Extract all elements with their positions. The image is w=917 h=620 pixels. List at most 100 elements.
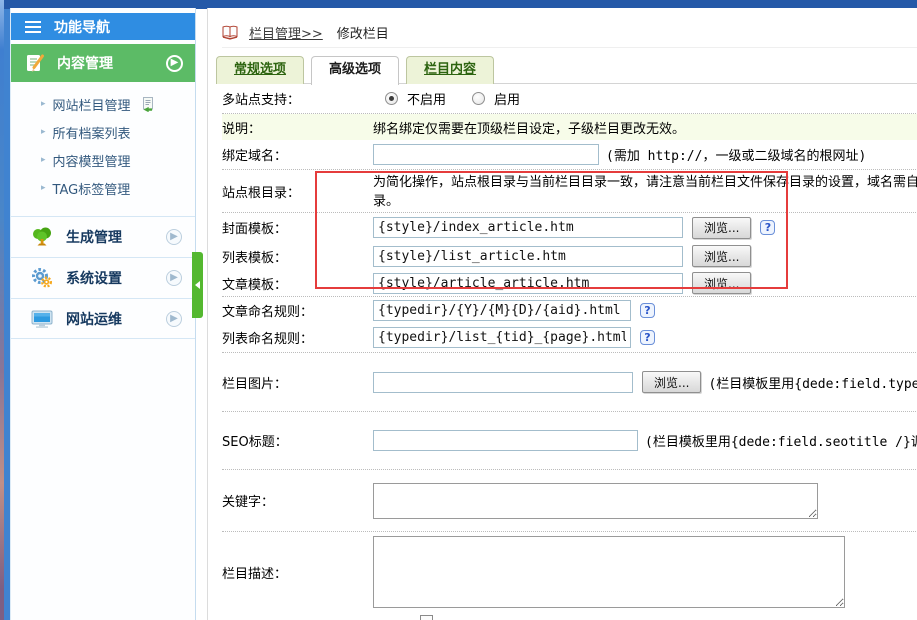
- gears-icon: [31, 267, 53, 289]
- main-content: 栏目管理>> 修改栏目 常规选项 高级选项 栏目内容 多站点支持： 不启用 启用…: [208, 8, 917, 620]
- row-list-naming: 列表命名规则：: [222, 323, 917, 353]
- row-seo-title: SEO标题： (栏目模板里用{dede:field.seotitle /}调用): [222, 412, 917, 470]
- sidebar-subitem-label: 网站栏目管理: [53, 95, 131, 114]
- sidebar-section-label: 网站运维: [66, 309, 166, 329]
- row-cover-template: 封面模板： 浏览...: [222, 213, 917, 242]
- triangle-right-icon: ▸: [41, 183, 46, 193]
- article-naming-label: 文章命名规则：: [222, 301, 373, 320]
- sidebar-header-label: 功能导航: [54, 17, 110, 37]
- multisite-radio-enabled[interactable]: [472, 92, 485, 105]
- article-template-label: 文章模板：: [222, 274, 373, 293]
- list-template-browse-button[interactable]: 浏览...: [692, 245, 751, 267]
- triangle-right-icon: ▸: [41, 127, 46, 137]
- row-description: 栏目描述：: [222, 532, 917, 612]
- cover-template-browse-button[interactable]: 浏览...: [692, 217, 751, 239]
- column-image-input[interactable]: [373, 372, 633, 393]
- sidebar-section-label: 生成管理: [66, 227, 166, 247]
- tree-icon: [31, 226, 53, 248]
- column-image-hint: (栏目模板里用{dede:field.typeimg /}调用): [708, 373, 917, 392]
- column-edit-form: 多站点支持： 不启用 启用 说明： 绑名绑定仅需要在顶级栏目设定，子级栏目更改无…: [222, 84, 917, 620]
- sidebar-collapse-handle[interactable]: [192, 252, 203, 318]
- row-note: 说明： 绑名绑定仅需要在顶级栏目设定，子级栏目更改无效。: [222, 114, 917, 140]
- breadcrumb-link-column-manage[interactable]: 栏目管理>>: [249, 23, 323, 42]
- sidebar-item-generate-manage[interactable]: 生成管理 ▶: [11, 216, 195, 257]
- sidebar-subitem-label: 所有档案列表: [53, 123, 131, 142]
- keywords-label: 关键字：: [222, 491, 373, 510]
- column-image-label: 栏目图片：: [222, 373, 373, 392]
- sidebar-item-site-ops[interactable]: 网站运维 ▶: [11, 298, 195, 339]
- triangle-left-icon: [195, 281, 200, 289]
- list-naming-label: 列表命名规则：: [222, 328, 373, 347]
- description-label: 栏目描述：: [222, 563, 373, 582]
- description-textarea[interactable]: [373, 536, 845, 608]
- sidebar-item-site-column-manage[interactable]: ▸ 网站栏目管理: [11, 90, 195, 118]
- note-label: 说明：: [222, 118, 373, 137]
- row-partial-checkbox: [222, 612, 917, 620]
- breadcrumb: 栏目管理>> 修改栏目: [222, 8, 917, 48]
- row-multisite: 多站点支持： 不启用 启用: [222, 84, 917, 114]
- row-keywords: 关键字：: [222, 470, 917, 532]
- sidebar-section-label: 系统设置: [66, 268, 166, 288]
- menu-list-icon: [25, 21, 41, 33]
- column-image-browse-button[interactable]: 浏览...: [642, 371, 701, 393]
- bind-domain-hint: (需加 http://，一级或二级域名的根网址): [606, 145, 866, 164]
- tab-bar: 常规选项 高级选项 栏目内容: [216, 56, 917, 84]
- multisite-option-label: 启用: [494, 89, 520, 108]
- doc-arrow-icon: [141, 97, 155, 112]
- article-naming-input[interactable]: [373, 300, 631, 321]
- site-root-text: 为简化操作，站点根目录与当前栏目目录一致，请注意当前栏目文件保存目录的设置，域名…: [373, 171, 917, 211]
- article-template-input[interactable]: [373, 273, 683, 294]
- sidebar-header: 功能导航: [11, 13, 195, 40]
- tab-general-options[interactable]: 常规选项: [216, 56, 304, 84]
- sidebar-item-all-archives[interactable]: ▸ 所有档案列表: [11, 118, 195, 146]
- triangle-right-icon: ▸: [41, 99, 46, 109]
- cover-template-label: 封面模板：: [222, 218, 373, 237]
- row-article-template: 文章模板： 浏览...: [222, 270, 917, 297]
- triangle-right-icon: ▸: [41, 155, 46, 165]
- list-template-input[interactable]: [373, 246, 683, 267]
- tab-advanced-options[interactable]: 高级选项: [311, 56, 399, 85]
- row-article-naming: 文章命名规则：: [222, 297, 917, 323]
- multisite-option-label: 不启用: [407, 89, 446, 108]
- partial-checkbox[interactable]: [420, 615, 433, 620]
- list-naming-input[interactable]: [373, 327, 631, 348]
- help-icon[interactable]: [640, 330, 655, 345]
- sidebar-item-content-manage[interactable]: 内容管理 ▶: [11, 44, 195, 82]
- tab-column-content[interactable]: 栏目内容: [406, 56, 494, 84]
- book-icon: [222, 25, 239, 40]
- chevron-right-circle-icon: ▶: [166, 229, 182, 245]
- list-template-label: 列表模板：: [222, 247, 373, 266]
- keywords-textarea[interactable]: [373, 483, 818, 519]
- sidebar-item-tag-manage[interactable]: ▸ TAG标签管理: [11, 174, 195, 202]
- notepad-pencil-icon: [25, 52, 47, 74]
- bind-domain-label: 绑定域名：: [222, 145, 373, 164]
- seo-title-input[interactable]: [373, 430, 638, 451]
- help-icon[interactable]: [640, 303, 655, 318]
- sidebar-item-content-model[interactable]: ▸ 内容模型管理: [11, 146, 195, 174]
- seo-title-hint: (栏目模板里用{dede:field.seotitle /}调用): [645, 431, 917, 450]
- seo-title-label: SEO标题：: [222, 431, 373, 450]
- help-icon[interactable]: [760, 220, 775, 235]
- sidebar-subitem-label: TAG标签管理: [53, 179, 131, 198]
- note-text: 绑名绑定仅需要在顶级栏目设定，子级栏目更改无效。: [373, 118, 685, 137]
- chevron-right-circle-icon: ▶: [166, 270, 182, 286]
- sidebar-subitem-label: 内容模型管理: [53, 151, 131, 170]
- chevron-right-circle-icon: ▶: [166, 55, 183, 72]
- bind-domain-input[interactable]: [373, 144, 599, 165]
- chevron-right-circle-icon: ▶: [166, 311, 182, 327]
- row-column-image: 栏目图片： 浏览... (栏目模板里用{dede:field.typeimg /…: [222, 353, 917, 412]
- sidebar-item-system-settings[interactable]: 系统设置 ▶: [11, 257, 195, 298]
- sidebar-sections: 生成管理 ▶ 系统设置 ▶ 网站运维 ▶: [11, 216, 195, 339]
- row-bind-domain: 绑定域名： (需加 http://，一级或二级域名的根网址): [222, 140, 917, 170]
- cover-template-input[interactable]: [373, 217, 683, 238]
- article-template-browse-button[interactable]: 浏览...: [692, 272, 751, 294]
- breadcrumb-current: 修改栏目: [337, 23, 389, 42]
- row-site-root: 站点根目录： 为简化操作，站点根目录与当前栏目目录一致，请注意当前栏目文件保存目…: [222, 170, 917, 213]
- row-list-template: 列表模板： 浏览...: [222, 242, 917, 270]
- monitor-icon: [31, 308, 53, 330]
- sidebar-submenu: ▸ 网站栏目管理 ▸ 所有档案列表 ▸ 内容模型管理 ▸ TAG标签管理: [11, 82, 195, 212]
- multisite-radio-disabled[interactable]: [385, 92, 398, 105]
- site-root-label: 站点根目录：: [222, 182, 373, 201]
- sidebar: 功能导航 内容管理 ▶ ▸ 网站栏目管理 ▸ 所有档案列表 ▸: [10, 8, 196, 620]
- multisite-label: 多站点支持：: [222, 89, 373, 108]
